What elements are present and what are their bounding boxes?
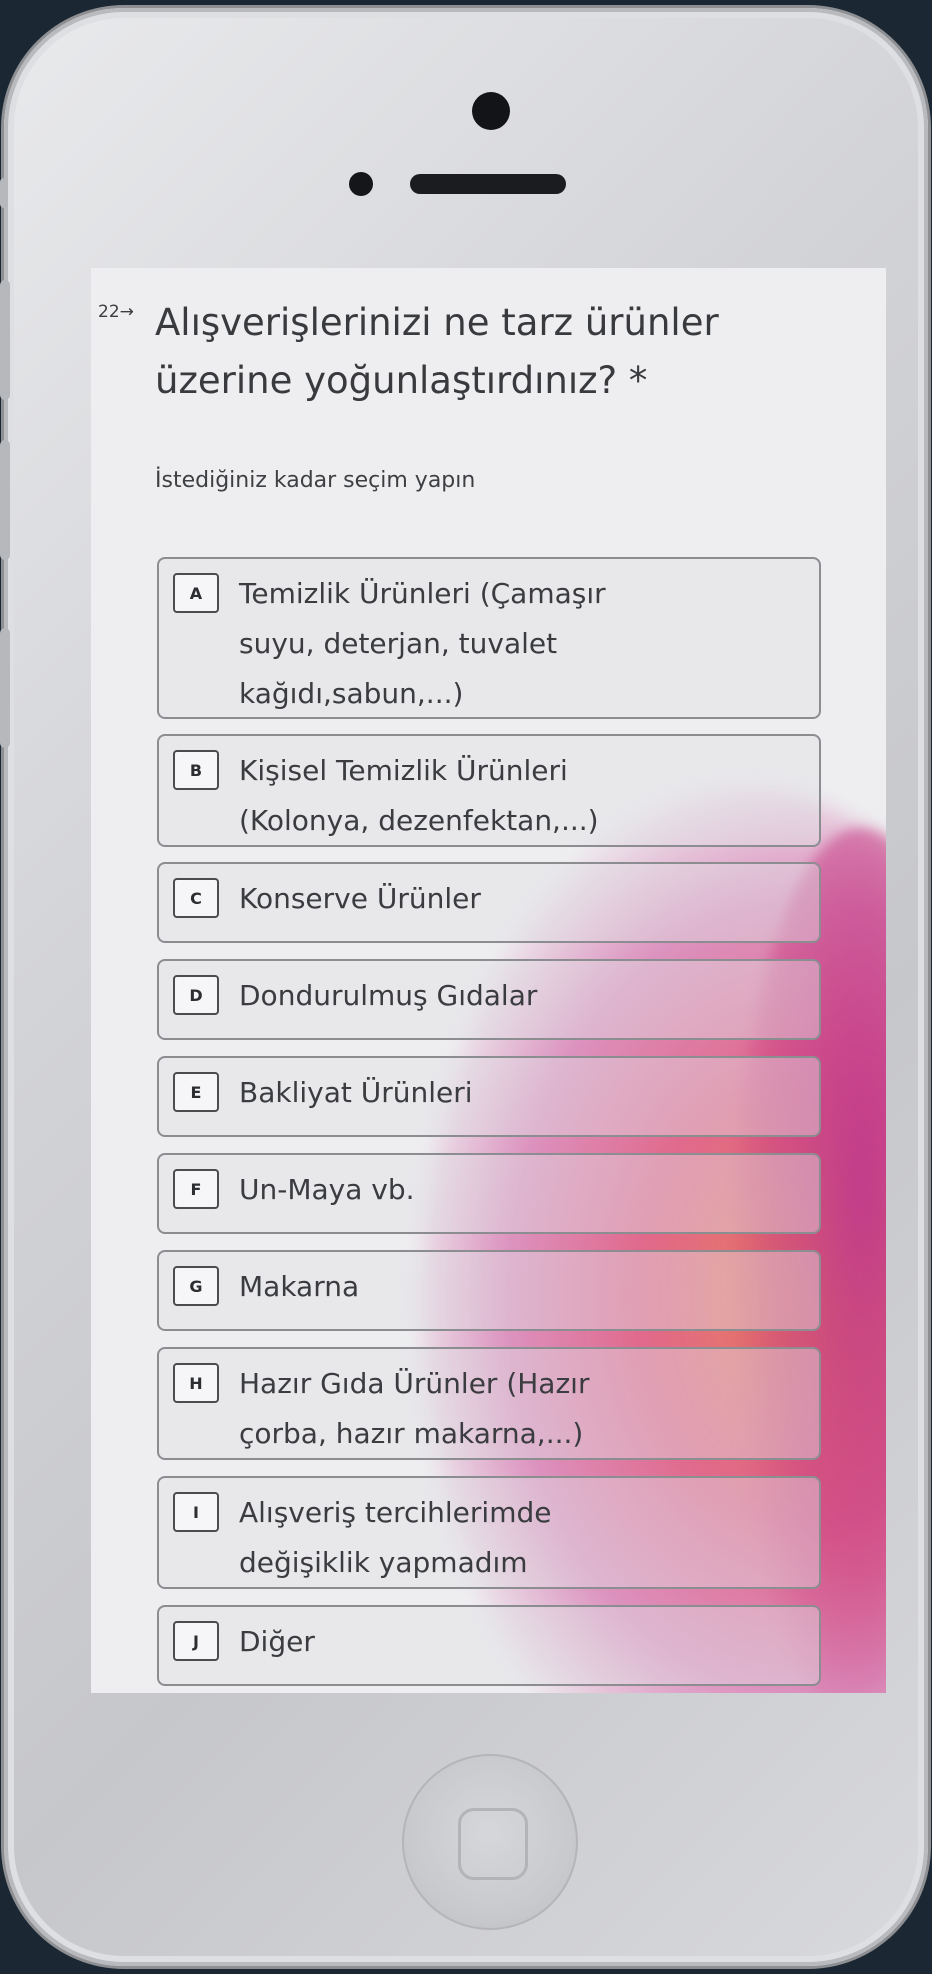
option-c[interactable]: C Konserve Ürünler	[157, 862, 821, 943]
option-key: G	[173, 1266, 219, 1306]
option-d[interactable]: D Dondurulmuş Gıdalar	[157, 959, 821, 1040]
option-j[interactable]: J Diğer	[157, 1605, 821, 1686]
option-label: Makarna	[239, 1270, 360, 1303]
volume-down-button	[0, 440, 10, 560]
option-key: B	[173, 750, 219, 790]
front-camera	[472, 92, 510, 130]
option-f[interactable]: F Un-Maya vb.	[157, 1153, 821, 1234]
question-hint: İstediğiniz kadar seçim yapın	[155, 468, 476, 493]
option-key: E	[173, 1072, 219, 1112]
option-label: Diğer	[239, 1625, 315, 1658]
mute-switch	[0, 178, 8, 208]
option-key: H	[173, 1363, 219, 1403]
volume-up-button	[0, 280, 10, 400]
option-i[interactable]: I Alışveriş tercihlerimde değişiklik yap…	[157, 1476, 821, 1589]
option-key: C	[173, 878, 219, 918]
option-key: F	[173, 1169, 219, 1209]
proximity-sensor	[349, 172, 373, 196]
option-key: I	[173, 1492, 219, 1532]
earpiece-speaker	[410, 174, 566, 194]
option-b[interactable]: B Kişisel Temizlik Ürünleri (Kolonya, de…	[157, 734, 821, 847]
option-label: Dondurulmuş Gıdalar	[239, 979, 538, 1012]
option-key: A	[173, 573, 219, 613]
question-title: Alışverişlerinizi ne tarz ürünler üzerin…	[155, 301, 719, 402]
option-label: Temizlik Ürünleri (Çamaşır suyu, deterja…	[239, 577, 606, 710]
power-button	[0, 628, 10, 748]
option-g[interactable]: G Makarna	[157, 1250, 821, 1331]
home-button[interactable]	[402, 1754, 578, 1930]
survey-screen: 22→ Alışverişlerinizi ne tarz ürünler üz…	[91, 268, 886, 1693]
option-label: Un-Maya vb.	[239, 1173, 415, 1206]
option-key: J	[173, 1621, 219, 1661]
option-label: Kişisel Temizlik Ürünleri (Kolonya, deze…	[239, 754, 599, 837]
option-h[interactable]: H Hazır Gıda Ürünler (Hazır çorba, hazır…	[157, 1347, 821, 1460]
home-square-icon	[458, 1808, 528, 1880]
option-a[interactable]: A Temizlik Ürünleri (Çamaşır suyu, deter…	[157, 557, 821, 719]
option-label: Konserve Ürünler	[239, 882, 481, 915]
option-key: D	[173, 975, 219, 1015]
option-e[interactable]: E Bakliyat Ürünleri	[157, 1056, 821, 1137]
option-label: Bakliyat Ürünleri	[239, 1076, 473, 1109]
question-number: 22→	[98, 302, 134, 322]
option-label: Hazır Gıda Ürünler (Hazır çorba, hazır m…	[239, 1367, 590, 1450]
option-label: Alışveriş tercihlerimde değişiklik yapma…	[239, 1496, 552, 1579]
